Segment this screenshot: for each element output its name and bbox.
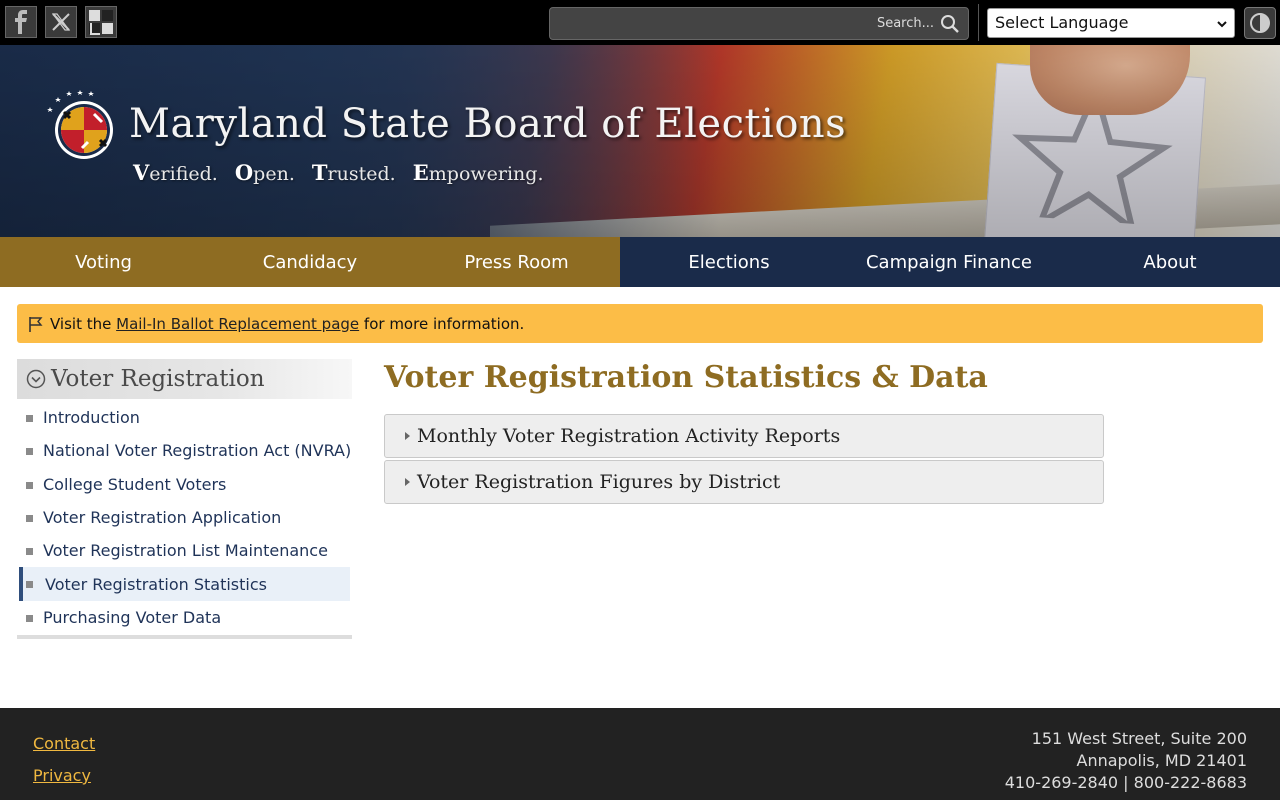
flickr-icon[interactable]	[85, 6, 117, 38]
nav-item-elections[interactable]: Elections	[620, 237, 838, 287]
search-icon[interactable]	[940, 14, 960, 34]
footer-address-line: 151 West Street, Suite 200	[1031, 729, 1247, 748]
chevron-down-icon	[1217, 21, 1227, 28]
nav-item-candidacy[interactable]: Candidacy	[207, 237, 413, 287]
accordion-monthly-reports[interactable]: Monthly Voter Registration Activity Repo…	[384, 414, 1104, 458]
sidebar-item-introduction[interactable]: Introduction	[17, 401, 352, 434]
bullet-icon	[26, 481, 33, 489]
sidebar-item-registration-statistics[interactable]: Voter Registration Statistics	[19, 567, 350, 601]
footer-address-line: Annapolis, MD 21401	[1076, 751, 1247, 770]
caret-right-icon	[405, 478, 410, 486]
site-banner: Maryland State Board of Elections Verifi…	[0, 45, 1280, 237]
site-footer: Contact Privacy 151 West Street, Suite 2…	[0, 708, 1280, 800]
facebook-icon[interactable]	[5, 6, 37, 38]
accordion-label: Monthly Voter Registration Activity Repo…	[417, 425, 841, 447]
footer-link-contact[interactable]: Contact	[33, 734, 95, 753]
chevron-circle-down-icon	[26, 369, 46, 389]
mail-in-ballot-replacement-link[interactable]: Mail-In Ballot Replacement page	[116, 315, 359, 333]
sidebar-item-registration-application[interactable]: Voter Registration Application	[17, 501, 352, 534]
sidebar-header[interactable]: Voter Registration	[17, 359, 352, 399]
alert-prefix: Visit the	[50, 314, 117, 333]
sidebar-item-college-student-voters[interactable]: College Student Voters	[17, 468, 352, 501]
bullet-icon	[26, 614, 33, 622]
page-title: Voter Registration Statistics & Data	[384, 360, 988, 395]
search-input[interactable]: Search...	[549, 7, 969, 40]
footer-link-privacy[interactable]: Privacy	[33, 766, 91, 785]
site-tagline: Verified. Open. Trusted. Empowering.	[133, 160, 555, 185]
nav-item-press-room[interactable]: Press Room	[413, 237, 620, 287]
accordion-label: Voter Registration Figures by District	[417, 471, 781, 493]
topbar-divider	[978, 4, 979, 41]
nav-item-campaign-finance[interactable]: Campaign Finance	[838, 237, 1060, 287]
tagline-word: Trusted.	[311, 160, 396, 185]
footer-phone: 410-269-2840 | 800-222-8683	[1004, 773, 1247, 792]
contrast-icon	[1250, 13, 1270, 33]
caret-right-icon	[405, 432, 410, 440]
sidebar-item-nvra[interactable]: National Voter Registration Act (NVRA)	[17, 434, 352, 467]
top-bar: Search... Select Language	[0, 0, 1280, 45]
language-select[interactable]: Select Language	[987, 8, 1235, 38]
bullet-icon	[26, 448, 33, 456]
flag-icon	[29, 316, 43, 332]
main-nav: Voting Candidacy Press Room Elections Ca…	[0, 237, 1280, 287]
bullet-icon	[26, 415, 33, 422]
tagline-word: Verified.	[133, 160, 218, 185]
tagline-word: Empowering.	[412, 160, 544, 185]
bullet-icon	[26, 514, 33, 522]
nav-item-voting[interactable]: Voting	[0, 237, 207, 287]
site-title[interactable]: Maryland State Board of Elections	[129, 101, 846, 147]
sidebar-divider	[17, 635, 352, 639]
sidebar-nav: Introduction National Voter Registration…	[17, 401, 352, 634]
bullet-icon	[26, 548, 33, 556]
contrast-toggle-button[interactable]	[1244, 7, 1276, 39]
sidebar-item-list-maintenance[interactable]: Voter Registration List Maintenance	[17, 534, 352, 567]
sidebar-title: Voter Registration	[51, 366, 265, 392]
language-select-value: Select Language	[995, 13, 1129, 32]
bullet-icon	[26, 581, 33, 589]
nav-item-about[interactable]: About	[1060, 237, 1280, 287]
sidebar-item-purchasing-voter-data[interactable]: Purchasing Voter Data	[17, 601, 352, 634]
search-placeholder: Search...	[876, 16, 934, 31]
accordion-figures-by-district[interactable]: Voter Registration Figures by District	[384, 460, 1104, 504]
x-icon[interactable]	[45, 6, 77, 38]
maryland-seal-logo[interactable]	[42, 90, 116, 164]
tagline-word: Open.	[234, 160, 295, 185]
alert-suffix: for more information.	[359, 314, 525, 333]
alert-banner: Visit the Mail-In Ballot Replacement pag…	[17, 304, 1263, 343]
